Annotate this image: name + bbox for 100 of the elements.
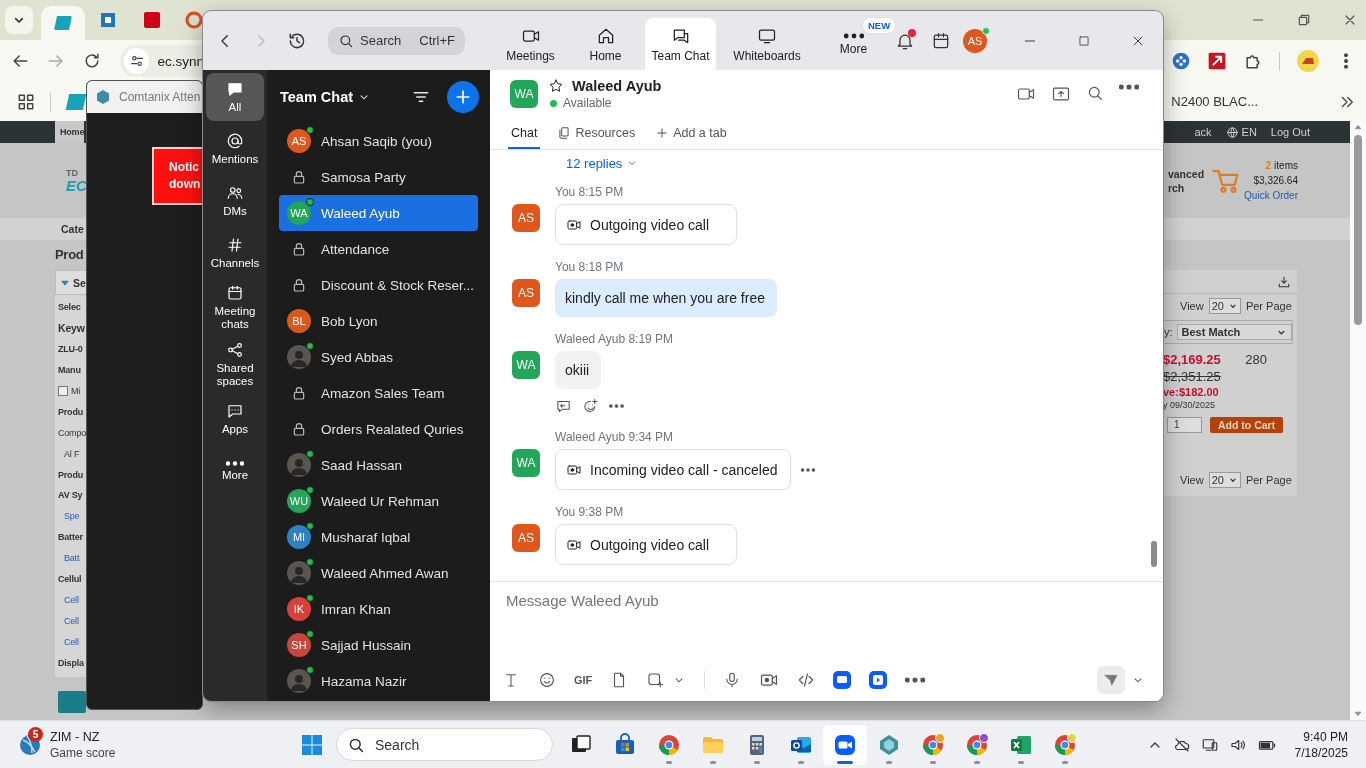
chat-list-item[interactable]: SH Sajjad Hussain bbox=[279, 627, 478, 663]
cart-count: 2 bbox=[1265, 159, 1272, 173]
sidebar-item[interactable]: All bbox=[206, 73, 264, 121]
sidebar-item[interactable]: More bbox=[206, 447, 264, 495]
address-bar[interactable]: ec.synn bbox=[120, 45, 204, 77]
per-page-select[interactable]: 20 bbox=[1208, 298, 1241, 314]
chat-list-item[interactable]: IK Imran Khan bbox=[279, 591, 478, 627]
sender-avatar: AS bbox=[512, 279, 540, 307]
nav-tab[interactable]: Team Chat bbox=[645, 18, 716, 70]
category-link[interactable]: Cell bbox=[58, 594, 79, 605]
category-link[interactable]: Spe bbox=[58, 511, 80, 522]
per-page-label: Per Page bbox=[1245, 300, 1292, 312]
filter-label: Batter bbox=[58, 532, 83, 543]
avatar: WA bbox=[287, 201, 311, 225]
per-page-select[interactable]: 20 bbox=[1208, 472, 1241, 488]
nav-tab[interactable]: Whiteboards bbox=[718, 18, 816, 70]
advanced-search-link[interactable]: rch bbox=[1167, 180, 1205, 195]
clock-time[interactable]: 9:40 PM bbox=[1303, 728, 1348, 745]
advanced-search-link[interactable]: vanced bbox=[1167, 166, 1205, 181]
list-title[interactable]: Team Chat bbox=[280, 88, 354, 105]
chat-tab[interactable]: Resources bbox=[554, 118, 639, 149]
chat-list-item[interactable]: BL Bob Lyon bbox=[279, 303, 478, 339]
cart-label[interactable]: items bbox=[1274, 158, 1298, 173]
sidebar-item[interactable]: Apps bbox=[206, 395, 264, 443]
logo-text: EC bbox=[66, 177, 87, 193]
cart-total: $3,326.64 bbox=[1253, 174, 1298, 188]
filter-label: Produ bbox=[58, 406, 83, 417]
chat-list-item[interactable]: AS Ahsan Saqib (you) bbox=[279, 123, 478, 159]
filter-label: AV Sy bbox=[58, 490, 83, 501]
sidebar-item[interactable]: Meeting chats bbox=[206, 281, 264, 334]
category-link[interactable]: Batt bbox=[58, 553, 80, 564]
menu-item[interactable]: Cate bbox=[61, 223, 84, 235]
avatar: AS bbox=[287, 129, 311, 153]
search-field[interactable]: Search Ctrl+F bbox=[328, 26, 465, 55]
nav-link[interactable]: Home bbox=[55, 121, 85, 143]
sidebar-item[interactable]: Shared spaces bbox=[206, 338, 264, 391]
chat-list-item[interactable]: Amazon Sales Team bbox=[279, 375, 478, 411]
clock-date[interactable]: 7/18/2025 bbox=[1294, 744, 1348, 761]
nav-link[interactable]: ack bbox=[1194, 126, 1212, 138]
language-select[interactable]: EN bbox=[1241, 126, 1257, 138]
search-field[interactable]: Search bbox=[336, 728, 553, 761]
chat-list-item[interactable]: Discount & Stock Reser... bbox=[279, 267, 478, 303]
chat-list-item[interactable]: MI Musharaf Iqbal bbox=[279, 519, 478, 555]
filter-label: Cellul bbox=[58, 574, 82, 584]
logo-text: TD bbox=[66, 168, 79, 178]
gif-button[interactable]: GIF bbox=[574, 674, 593, 686]
chat-list-item[interactable]: WU Waleed Ur Rehman bbox=[279, 483, 478, 519]
chat-list-item[interactable]: Samosa Party bbox=[279, 159, 478, 195]
avatar: SH bbox=[287, 633, 311, 657]
contact-name: Waleed Ayub bbox=[572, 78, 662, 94]
profile-avatar[interactable]: AS bbox=[963, 28, 987, 53]
avatar: WU bbox=[287, 489, 311, 513]
sender-avatar: AS bbox=[512, 204, 540, 232]
avatar: BL bbox=[287, 309, 311, 333]
sender-avatar: AS bbox=[512, 524, 540, 552]
chat-list-item[interactable]: Hazama Nazir bbox=[279, 663, 478, 699]
chat-list-item[interactable]: Syed Abbas bbox=[279, 339, 478, 375]
old-price: $2,351.25 bbox=[1163, 369, 1222, 384]
chat-list-item[interactable]: Waleed Ahmed Awan bbox=[279, 555, 478, 591]
logout-link[interactable]: Log Out bbox=[1270, 126, 1310, 138]
notice-text: down bbox=[169, 176, 202, 193]
chat-list-item[interactable]: Orders Realated Quries bbox=[279, 411, 478, 447]
sidebar-item[interactable]: DMs bbox=[206, 177, 264, 225]
category-link[interactable]: Cell bbox=[58, 636, 79, 647]
widget-title[interactable]: ZIM - NZ bbox=[50, 728, 116, 745]
view-label: View bbox=[1180, 300, 1204, 312]
call-message[interactable]: Outgoing video call bbox=[555, 204, 737, 245]
message-meta: Waleed Ayub 8:19 PM bbox=[555, 331, 674, 347]
filter-text: Al F bbox=[63, 448, 80, 459]
chat-list-item[interactable]: WA Waleed Ayub bbox=[279, 195, 478, 231]
chat-tab[interactable]: Add a tab bbox=[652, 118, 730, 149]
per-page-label: Per Page bbox=[1245, 474, 1292, 486]
chat-tab[interactable]: Chat bbox=[508, 118, 541, 149]
notification-badge: 5 bbox=[28, 726, 43, 742]
quantity-field[interactable]: 1 bbox=[1167, 417, 1202, 433]
message-meta: You 9:38 PM bbox=[555, 504, 624, 520]
new-badge: NEW bbox=[862, 17, 897, 34]
call-message[interactable]: Outgoing video call bbox=[555, 524, 737, 565]
sidebar-item[interactable]: Channels bbox=[206, 229, 264, 277]
sidebar-item[interactable]: Mentions bbox=[206, 125, 264, 173]
price: $2,169.25 bbox=[1163, 352, 1221, 367]
avatar: MI bbox=[287, 525, 311, 549]
view-label: View bbox=[1180, 474, 1204, 486]
filter-header[interactable]: Se bbox=[55, 270, 86, 295]
quick-order-link[interactable]: Quick Order bbox=[1244, 188, 1298, 203]
savings: ve:$182.00 bbox=[1163, 386, 1220, 398]
sort-select[interactable]: Best Match bbox=[1176, 324, 1292, 340]
chat-list-item[interactable]: Attendance bbox=[279, 231, 478, 267]
bookmark[interactable]: N2400 BLAC... bbox=[1171, 94, 1258, 109]
avatar: IK bbox=[287, 597, 311, 621]
message-bubble: kindly call me when you are free bbox=[555, 279, 777, 317]
chat-list-item[interactable]: Saad Hassan bbox=[279, 447, 478, 483]
nav-tab[interactable]: Meetings bbox=[493, 18, 568, 70]
nav-tab[interactable]: Home bbox=[568, 18, 643, 70]
call-message[interactable]: Incoming video call - canceled bbox=[555, 449, 791, 490]
filter-label: ZLU-0 bbox=[58, 344, 83, 355]
add-to-cart-button[interactable]: Add to Cart bbox=[1210, 417, 1284, 433]
replies-link[interactable]: 12 replies bbox=[566, 155, 1163, 171]
category-link[interactable]: Cell bbox=[58, 615, 79, 626]
page-title: Prod bbox=[55, 246, 85, 264]
